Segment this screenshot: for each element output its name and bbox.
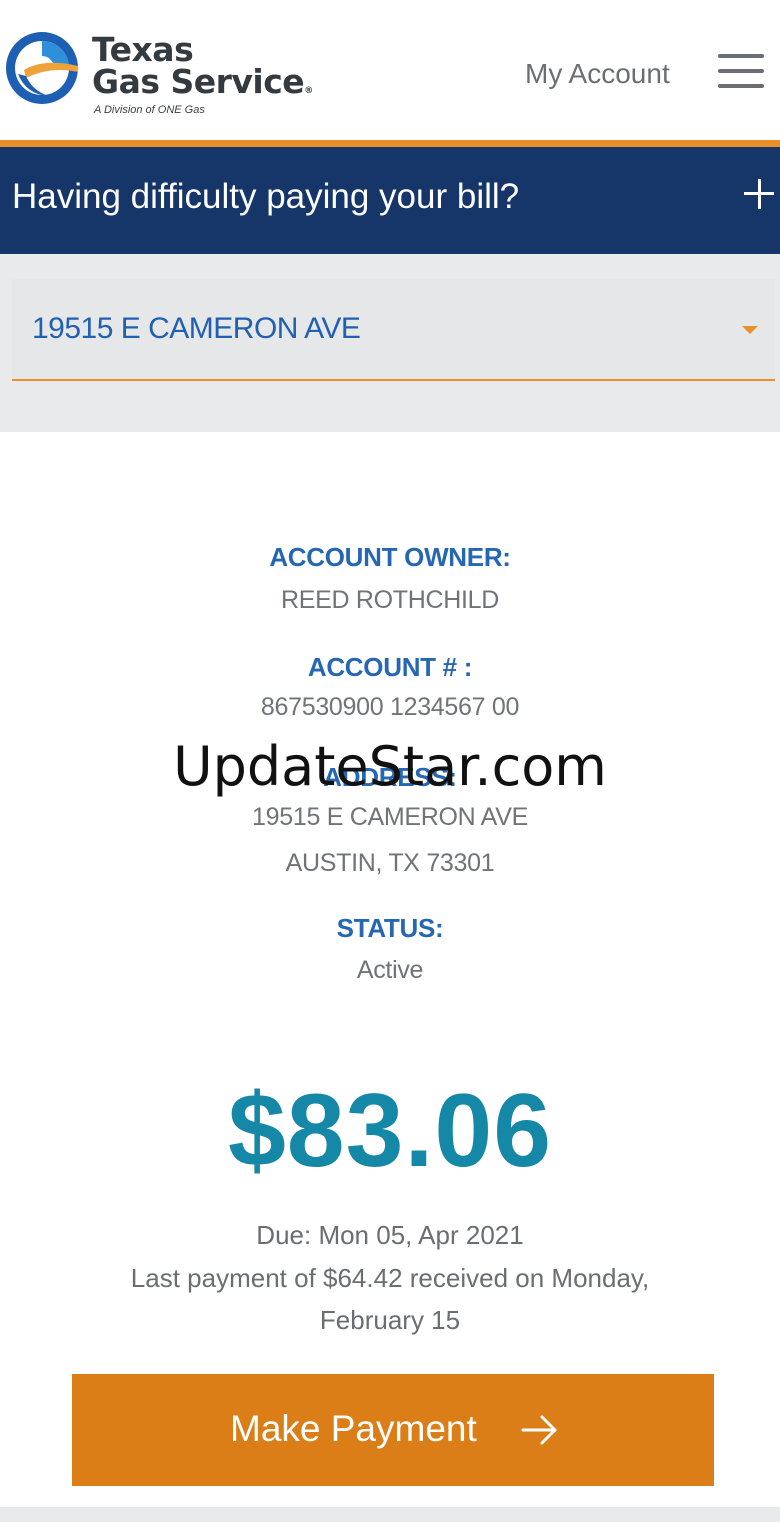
status-label: STATUS:: [336, 913, 444, 943]
make-payment-label: Make Payment: [230, 1408, 477, 1449]
bill-difficulty-banner[interactable]: Having difficulty paying your bill?: [0, 147, 780, 254]
caret-down-icon[interactable]: [742, 326, 758, 334]
account-owner-label: ACCOUNT OWNER:: [269, 542, 511, 572]
amount-due: $83.06: [227, 1073, 553, 1189]
status-value: Active: [356, 956, 424, 984]
menu-bar: [718, 84, 764, 88]
address-line2: AUSTIN, TX 73301: [285, 849, 495, 877]
my-account-link[interactable]: My Account: [525, 58, 670, 90]
due-date: Due: Mon 05, Apr 2021: [256, 1220, 524, 1250]
brand-name-text: Gas Service: [92, 62, 305, 101]
account-number-value: 867530900 1234567 00: [260, 693, 520, 721]
header-divider: [0, 140, 780, 147]
brand-name-line2: Gas Service®: [92, 62, 313, 101]
last-payment-line1: Last payment of $64.42 received on Monda…: [130, 1263, 650, 1293]
address-select[interactable]: 19515 E CAMERON AVE: [12, 279, 775, 381]
watermark-text: UpdateStar.com: [173, 735, 607, 798]
last-payment-line2: February 15: [319, 1305, 461, 1335]
selected-address: 19515 E CAMERON AVE: [32, 312, 361, 345]
app-header: Texas Gas Service® A Division of ONE Gas…: [0, 0, 780, 140]
account-summary-card: ACCOUNT OWNER: REED ROTHCHILD ACCOUNT # …: [0, 432, 780, 1507]
menu-bar: [718, 69, 764, 73]
arrow-right-icon: [521, 1415, 557, 1445]
hamburger-menu-icon[interactable]: [718, 52, 764, 90]
banner-title: Having difficulty paying your bill?: [12, 177, 520, 216]
address-line1: 19515 E CAMERON AVE: [252, 803, 528, 831]
account-owner-value: REED ROTHCHILD: [280, 586, 500, 614]
registered-mark: ®: [304, 86, 313, 96]
account-number-label: ACCOUNT # :: [307, 652, 473, 682]
brand-tagline: A Division of ONE Gas: [94, 104, 205, 116]
texas-gas-service-logo[interactable]: [4, 30, 80, 106]
make-payment-button[interactable]: Make Payment: [72, 1374, 714, 1486]
menu-bar: [718, 54, 764, 58]
plus-icon[interactable]: [744, 177, 776, 209]
